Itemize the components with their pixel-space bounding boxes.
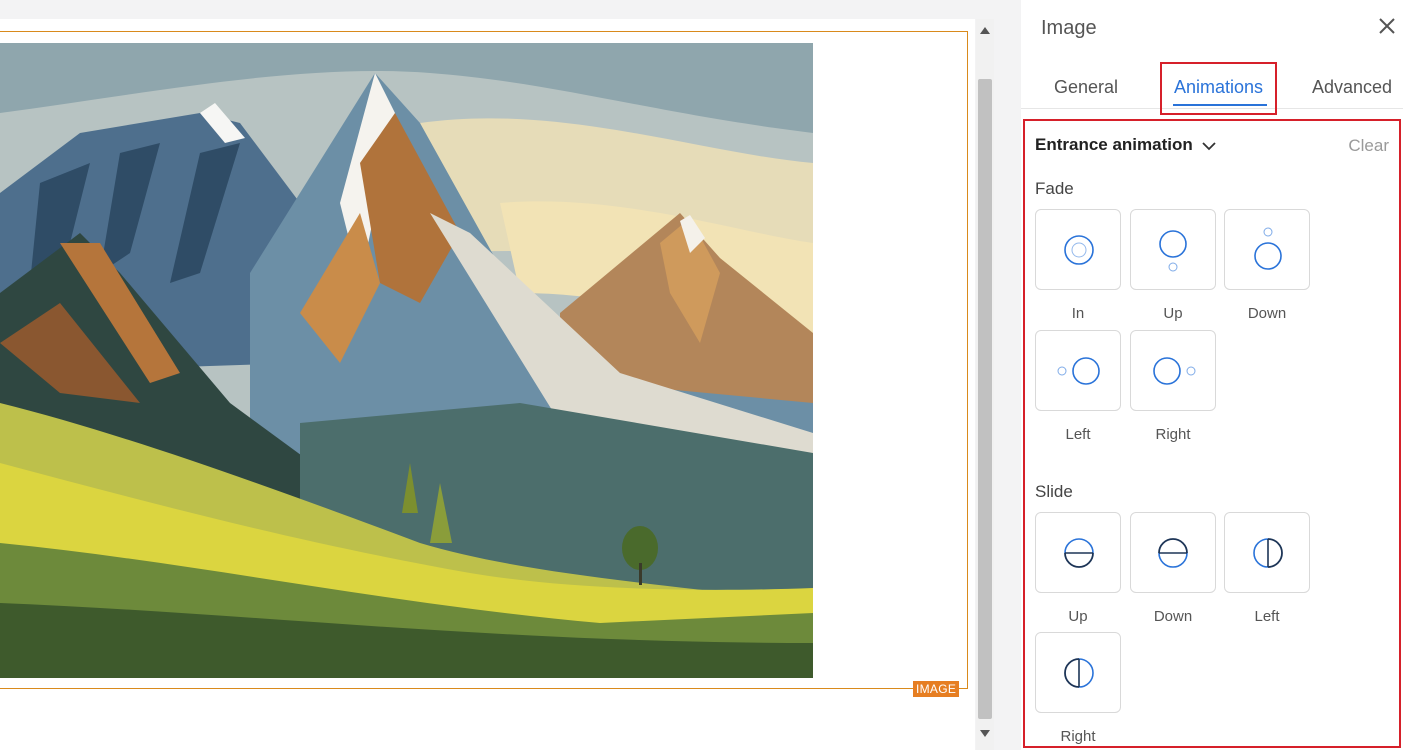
slide-up-option[interactable]	[1035, 512, 1121, 593]
slide-down-icon	[1158, 538, 1188, 568]
fade-down-icon	[1254, 227, 1282, 270]
close-icon[interactable]	[1377, 16, 1397, 36]
canvas-scrollbar[interactable]	[976, 19, 994, 750]
fade-down-label: Down	[1247, 305, 1287, 322]
fade-down-option[interactable]	[1224, 209, 1310, 290]
slide-right-icon	[1064, 658, 1094, 688]
fade-left-option[interactable]	[1035, 330, 1121, 411]
fade-up-label: Up	[1163, 305, 1183, 322]
entrance-animation-label: Entrance animation	[1035, 135, 1193, 154]
fade-in-label: In	[1071, 305, 1085, 322]
chevron-down-icon	[1201, 141, 1216, 150]
panel-title: Image	[1041, 17, 1097, 39]
fade-up-icon	[1159, 230, 1187, 272]
slide-left-option[interactable]	[1224, 512, 1310, 593]
fade-group-title: Fade	[1035, 179, 1074, 198]
mountain-landscape-image[interactable]	[0, 43, 813, 678]
tab-general[interactable]: General	[1054, 77, 1118, 98]
slide-left-icon	[1253, 538, 1283, 568]
scroll-down-arrow-icon[interactable]	[980, 730, 990, 737]
fade-right-option[interactable]	[1130, 330, 1216, 411]
animation-section: Entrance animation Clear Fade In Up Down…	[1023, 119, 1401, 748]
scroll-thumb[interactable]	[978, 79, 992, 719]
slide-group-title: Slide	[1035, 482, 1073, 501]
slide-up-label: Up	[1068, 608, 1088, 625]
slide-left-label: Left	[1254, 608, 1280, 625]
tab-advanced[interactable]: Advanced	[1312, 77, 1392, 98]
fade-left-icon	[1057, 357, 1100, 385]
fade-in-option[interactable]	[1035, 209, 1121, 290]
slide-down-option[interactable]	[1130, 512, 1216, 593]
scroll-up-arrow-icon[interactable]	[980, 27, 990, 34]
clear-button[interactable]: Clear	[1348, 136, 1389, 156]
fade-left-label: Left	[1065, 426, 1091, 443]
slide-right-option[interactable]	[1035, 632, 1121, 713]
image-element-tag: IMAGE	[913, 681, 960, 697]
slide-down-label: Down	[1153, 608, 1193, 625]
slide-right-label: Right	[1060, 728, 1096, 745]
entrance-animation-dropdown[interactable]: Entrance animation	[1035, 135, 1216, 155]
slide-up-icon	[1064, 538, 1094, 568]
tab-highlight-box	[1160, 62, 1277, 115]
image-settings-panel: Image General Animations Advanced Entran…	[1021, 0, 1403, 750]
panel-tabs: General Animations Advanced	[1021, 62, 1403, 115]
fade-up-option[interactable]	[1130, 209, 1216, 290]
fade-right-label: Right	[1155, 426, 1191, 443]
fade-in-icon	[1064, 235, 1094, 265]
fade-right-icon	[1153, 357, 1196, 385]
